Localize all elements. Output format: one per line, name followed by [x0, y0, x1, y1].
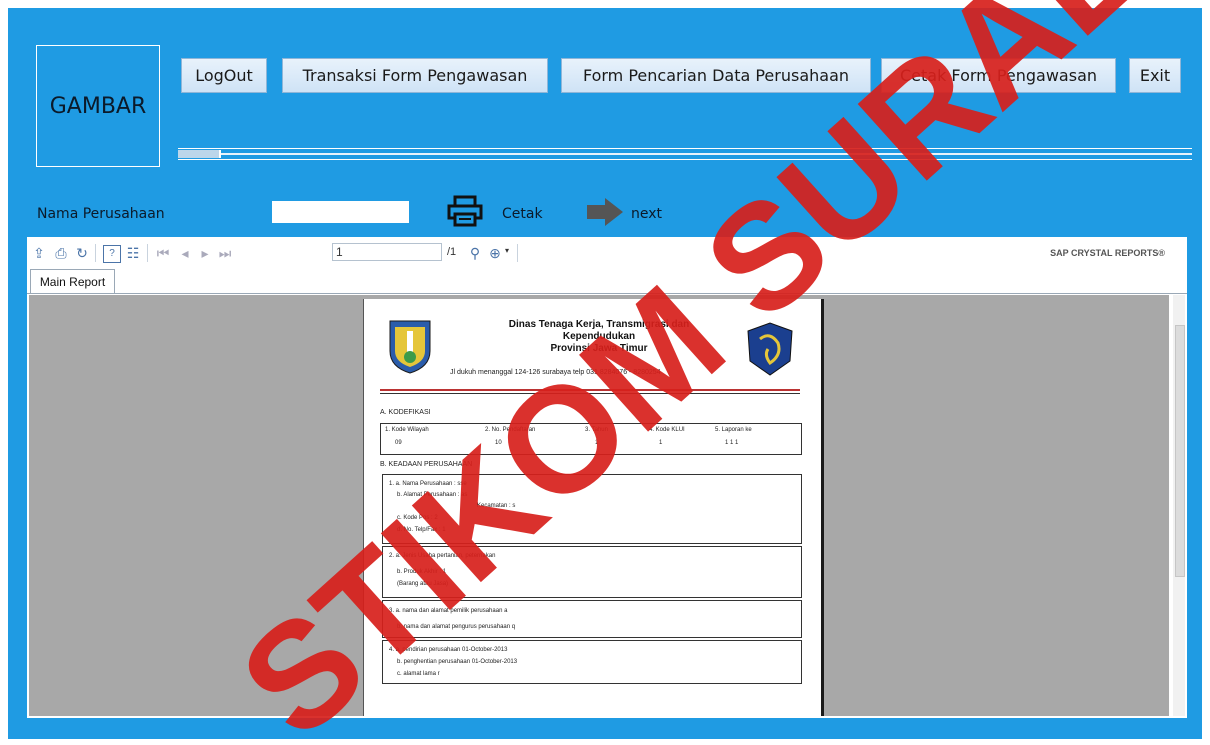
- kode-header: 4. Kode KLUI: [649, 427, 685, 433]
- kode-header: 3. Tahun: [585, 427, 608, 433]
- print-icon[interactable]: [445, 194, 485, 228]
- progress-track: [178, 153, 1192, 155]
- report-title-line1: Dinas Tenaga Kerja, Transmigrasi dan: [508, 319, 690, 330]
- crystal-report-viewer: ⇪ ⎙ ↻ ? ☷ ⏮ ◂ ▸ ⏭ /1 ⚲ ⊕ ▾ SAP CRYSTAL R…: [27, 237, 1187, 718]
- prev-page-icon[interactable]: ◂: [177, 245, 193, 261]
- next-page-icon[interactable]: ▸: [197, 245, 213, 261]
- report-title-line3: Provinsi Jawa Timur: [550, 343, 648, 354]
- b3-line: 3. a. nama dan alamat pemilik perusahaan…: [389, 608, 508, 614]
- b4-box: 4. a. pendirian perusahaan 01-October-20…: [382, 640, 802, 684]
- kode-value: 10: [495, 440, 502, 446]
- section-b-title: B. KEADAAN PERUSAHAAN: [380, 461, 473, 468]
- kode-value: 09: [395, 440, 402, 446]
- zoom-dropdown-icon[interactable]: ▾: [505, 246, 509, 255]
- b2-box: 2. a. Jenis Usaha pertanian, peternakan …: [382, 546, 802, 598]
- b1-line: b. Alamat Perusahaan : as: [397, 492, 468, 498]
- report-title-line2: Kependudukan: [562, 331, 636, 342]
- page-total: /1: [447, 246, 457, 258]
- transaksi-form-button[interactable]: Transaksi Form Pengawasan: [282, 58, 548, 93]
- b4-line: b. penghentian perusahaan 01-October-201…: [397, 659, 518, 665]
- header-black-rule: [380, 393, 800, 394]
- report-address: Jl dukuh menanggal 124-126 surabaya telp…: [450, 369, 661, 376]
- kode-header: 5. Laporan ke: [715, 427, 752, 433]
- viewer-toolbar: ⇪ ⎙ ↻ ? ☷ ⏮ ◂ ▸ ⏭ /1 ⚲ ⊕ ▾ SAP CRYSTAL R…: [27, 237, 1187, 270]
- group-tree-icon[interactable]: ☷: [125, 245, 141, 261]
- next-button[interactable]: next: [631, 206, 662, 222]
- cetak-button[interactable]: Cetak: [502, 206, 543, 222]
- exit-button[interactable]: Exit: [1129, 58, 1181, 93]
- header-red-rule: [380, 389, 800, 391]
- kode-header: 2. No. Pendaftaran: [485, 427, 536, 433]
- nama-perusahaan-label: Nama Perusahaan: [37, 206, 165, 222]
- toolbar-separator: [147, 244, 148, 262]
- vertical-scrollbar[interactable]: [1173, 295, 1185, 716]
- find-icon[interactable]: ⚲: [467, 245, 483, 261]
- b1-line: d. No. Telp/Fax : 1: [397, 527, 446, 533]
- tab-main-report[interactable]: Main Report: [30, 269, 115, 293]
- progress-bar: [178, 148, 1192, 160]
- logo-placeholder: GAMBAR: [36, 45, 160, 167]
- report-title: Dinas Tenaga Kerja, Transmigrasi dan Kep…: [469, 319, 729, 355]
- report-canvas: Dinas Tenaga Kerja, Transmigrasi dan Kep…: [29, 295, 1169, 716]
- report-page: Dinas Tenaga Kerja, Transmigrasi dan Kep…: [363, 299, 824, 716]
- kode-header: 1. Kode Wilayah: [385, 427, 429, 433]
- b1-box: 1. a. Nama Perusahaan : sse b. Alamat Pe…: [382, 474, 802, 544]
- b4-line: c. alamat lama r: [397, 671, 440, 677]
- progress-fill: [178, 150, 221, 158]
- b1-line: c. Kode Pos : 2: [397, 515, 438, 521]
- form-pencarian-button[interactable]: Form Pencarian Data Perusahaan: [561, 58, 871, 93]
- cetak-form-button[interactable]: Cetak Form Pengawasan: [881, 58, 1116, 93]
- kode-value: 1: [595, 440, 599, 446]
- b3-box: 3. a. nama dan alamat pemilik perusahaan…: [382, 600, 802, 638]
- last-page-icon[interactable]: ⏭: [217, 245, 233, 261]
- refresh-icon[interactable]: ↻: [74, 245, 90, 261]
- b2-line: (Barang atau Jasa): [397, 581, 449, 587]
- help-icon[interactable]: ?: [103, 245, 121, 263]
- next-arrow-icon[interactable]: [585, 197, 625, 227]
- zoom-icon[interactable]: ⊕: [487, 245, 503, 261]
- logout-button[interactable]: LogOut: [181, 58, 267, 93]
- toolbar-separator: [95, 244, 96, 262]
- section-a-title: A. KODEFIKASI: [380, 409, 431, 416]
- tab-divider: [27, 293, 1187, 294]
- export-icon[interactable]: ⇪: [31, 245, 47, 261]
- b4-line: 4. a. pendirian perusahaan 01-October-20…: [389, 647, 508, 653]
- b1-line: Kecamatan : s: [477, 503, 516, 509]
- first-page-icon[interactable]: ⏮: [155, 245, 171, 261]
- b2-line: b. Produk Akhir : 1: [397, 569, 447, 575]
- b3-line: b. nama dan alamat pengurus perusahaan q: [397, 624, 516, 630]
- sap-brand: SAP CRYSTAL REPORTS®: [1050, 248, 1165, 258]
- kode-value: 1 1 1: [725, 440, 739, 446]
- scrollbar-thumb[interactable]: [1175, 325, 1185, 577]
- page-number-input[interactable]: [332, 243, 442, 261]
- b2-line: 2. a. Jenis Usaha pertanian, peternakan: [389, 553, 496, 559]
- b1-line: 1. a. Nama Perusahaan : sse: [389, 481, 467, 487]
- jatim-emblem-icon: [386, 317, 434, 375]
- printer-icon[interactable]: ⎙: [53, 245, 69, 261]
- surabaya-emblem-icon: [742, 321, 798, 377]
- kode-value: 1: [659, 440, 663, 446]
- nama-perusahaan-input[interactable]: [272, 201, 409, 223]
- kodefikasi-box: 1. Kode Wilayah 2. No. Pendaftaran 3. Ta…: [380, 423, 802, 455]
- toolbar-separator: [517, 244, 518, 262]
